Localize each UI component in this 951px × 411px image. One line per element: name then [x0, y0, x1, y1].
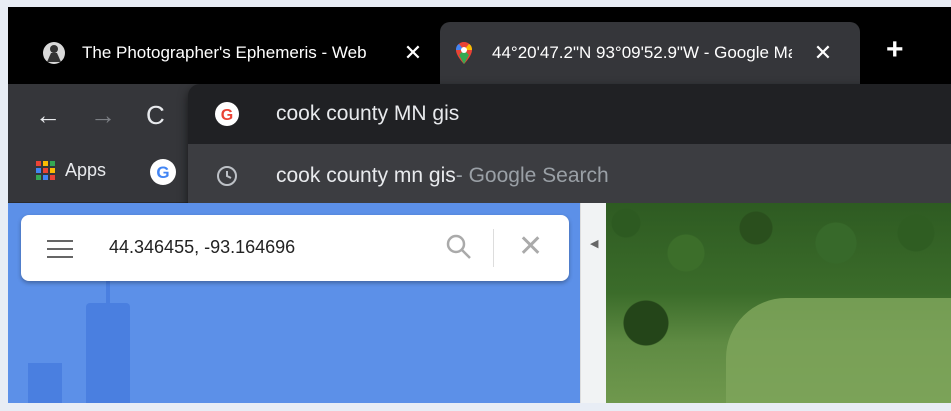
bookmark-apps[interactable]: Apps: [36, 160, 106, 181]
maps-search-box[interactable]: 44.346455, -93.164696 ✕: [21, 215, 569, 281]
map-field-area: [726, 298, 951, 411]
window-border-bottom: [0, 403, 951, 411]
satellite-map[interactable]: [606, 203, 951, 411]
omnibox-suggestion[interactable]: cook county mn gis - Google Search: [188, 144, 951, 208]
collapse-arrow-icon: ◀: [590, 238, 599, 250]
tab-google-maps[interactable]: 44°20'47.2"N 93°09'52.9"W - Google Maps …: [440, 22, 860, 84]
close-icon[interactable]: ✕: [518, 232, 543, 262]
window-border-top: [0, 0, 951, 7]
google-bookmark-icon[interactable]: G: [150, 159, 176, 190]
maps-search-input[interactable]: 44.346455, -93.164696: [109, 237, 295, 258]
forward-arrow-icon[interactable]: →: [90, 100, 116, 130]
suggestion-suffix: - Google Search: [455, 164, 609, 187]
city-illustration-tower: [86, 303, 130, 403]
bookmark-apps-label: Apps: [65, 160, 107, 180]
google-maps-page: 44.346455, -93.164696 ✕ ◀: [8, 203, 951, 411]
window-border-left: [0, 0, 8, 411]
omnibox-input-row[interactable]: G cook county MN gis: [188, 84, 951, 144]
collapse-panel-button[interactable]: ◀: [580, 203, 607, 403]
screen: The Photographer's Ephemeris - Web ✕ 44°…: [0, 0, 951, 411]
search-icon[interactable]: [445, 233, 473, 261]
svg-text:G: G: [221, 107, 233, 124]
photographer-ephemeris-icon: [42, 41, 66, 65]
history-clock-icon: [214, 163, 240, 189]
omnibox-input[interactable]: cook county MN gis: [276, 102, 459, 126]
tab-title: The Photographer's Ephemeris - Web: [82, 43, 367, 62]
suggestion-text: cook county mn gis: [276, 164, 456, 187]
tab-close-icon[interactable]: ✕: [812, 42, 834, 64]
city-illustration-low: [28, 363, 62, 403]
google-g-icon: G: [214, 101, 240, 127]
new-tab-button[interactable]: +: [886, 35, 904, 65]
svg-text:G: G: [156, 163, 169, 182]
reload-icon[interactable]: C: [146, 100, 165, 130]
google-maps-pin-icon: [452, 41, 476, 65]
tab-photographers-ephemeris[interactable]: The Photographer's Ephemeris - Web ✕: [30, 22, 430, 84]
hamburger-menu-icon[interactable]: [47, 240, 73, 258]
search-divider: [493, 229, 494, 267]
city-illustration-antenna: [106, 281, 110, 305]
maps-sidebar: 44.346455, -93.164696 ✕: [8, 203, 580, 403]
back-arrow-icon[interactable]: ←: [35, 100, 61, 130]
tab-close-icon[interactable]: ✕: [402, 42, 424, 64]
tab-strip: The Photographer's Ephemeris - Web ✕ 44°…: [8, 7, 951, 84]
tab-title: 44°20'47.2"N 93°09'52.9"W - Google Maps: [492, 43, 792, 62]
apps-grid-icon: [36, 161, 55, 180]
